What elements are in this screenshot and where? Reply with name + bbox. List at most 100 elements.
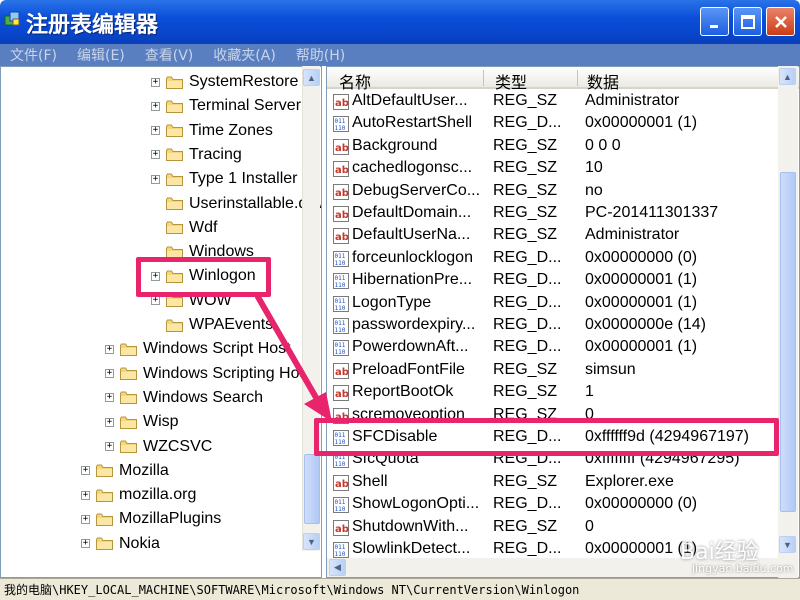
tree-item[interactable]: + Windows Script Host bbox=[105, 337, 291, 361]
value-row[interactable]: 011 110 HibernationPre... REG_D... 0x0000000… bbox=[327, 270, 779, 292]
svg-text:ab: ab bbox=[335, 232, 349, 243]
tree-item[interactable]: + Tracing bbox=[151, 143, 242, 167]
value-data: 0x00000001 (1) bbox=[585, 338, 698, 356]
svg-text:011: 011 bbox=[335, 342, 346, 349]
value-type: REG_D... bbox=[493, 114, 562, 132]
string-value-icon: ab bbox=[333, 385, 349, 402]
expand-icon[interactable]: + bbox=[81, 466, 90, 476]
tree-item[interactable]: + mozilla.org bbox=[81, 483, 196, 507]
scroll-left-icon[interactable]: ◀ bbox=[329, 559, 346, 576]
value-row[interactable]: ab DebugServerCo... REG_SZ no bbox=[327, 181, 779, 203]
tree-item-label: Mozilla bbox=[119, 461, 169, 479]
value-row[interactable]: ab cachedlogonsc... REG_SZ 10 bbox=[327, 158, 779, 180]
value-row[interactable]: 011 110 forceunlocklogon REG_D... 0x00000000… bbox=[327, 248, 779, 270]
tree-item-label: SystemRestore bbox=[189, 73, 299, 90]
tree-item[interactable]: + Wisp bbox=[105, 410, 179, 434]
expand-icon[interactable]: + bbox=[81, 514, 90, 524]
svg-text:110: 110 bbox=[335, 125, 346, 132]
tree-item[interactable]: + Mozilla bbox=[81, 459, 169, 483]
string-value-icon: ab bbox=[333, 206, 349, 222]
expand-icon[interactable]: + bbox=[105, 393, 114, 403]
value-data: 1 bbox=[585, 383, 594, 401]
tree-item-label: Time Zones bbox=[189, 121, 273, 139]
value-name: DefaultDomain... bbox=[352, 204, 472, 221]
tree-item[interactable]: Wdf bbox=[151, 216, 217, 240]
value-type: REG_SZ bbox=[493, 226, 558, 244]
column-type[interactable]: 类型 bbox=[495, 69, 527, 93]
expand-icon[interactable]: + bbox=[105, 417, 114, 427]
menu-edit[interactable]: 编辑(E) bbox=[77, 45, 125, 65]
folder-icon bbox=[120, 391, 137, 405]
tree-item-label: WZCSVC bbox=[143, 437, 213, 455]
value-name: AutoRestartShell bbox=[352, 114, 473, 132]
expand-icon[interactable]: + bbox=[105, 442, 114, 451]
value-row[interactable]: ab DefaultUserNa... REG_SZ Administrator bbox=[327, 225, 779, 247]
expand-icon[interactable]: + bbox=[151, 77, 160, 87]
value-row[interactable]: 011 110 AutoRestartShell REG_D... 0x00000001… bbox=[327, 113, 779, 135]
svg-text:011: 011 bbox=[335, 275, 346, 282]
tree-item[interactable]: + Windows Scripting Host bbox=[105, 362, 312, 386]
tree-item[interactable]: + Terminal Server bbox=[151, 94, 301, 118]
scroll-up-icon[interactable]: ▲ bbox=[303, 69, 320, 86]
value-row[interactable]: 011 110 PowerdownAft... REG_D... 0x00000001 … bbox=[327, 337, 779, 359]
value-row[interactable]: ab ReportBootOk REG_SZ 1 bbox=[327, 382, 779, 404]
expand-icon[interactable]: + bbox=[151, 150, 160, 160]
menu-view[interactable]: 查看(V) bbox=[145, 45, 194, 65]
scroll-down-icon[interactable]: ▼ bbox=[779, 536, 796, 553]
svg-text:110: 110 bbox=[335, 506, 346, 513]
string-value-icon: ab bbox=[333, 138, 349, 155]
tree-item[interactable]: + Time Zones bbox=[151, 119, 273, 143]
expand-icon[interactable]: + bbox=[151, 174, 160, 184]
list-scrollbar[interactable]: ▲ ▼ bbox=[778, 66, 798, 578]
maximize-button[interactable] bbox=[733, 7, 762, 36]
menu-help[interactable]: 帮助(H) bbox=[296, 45, 345, 65]
list-header: 名称 类型 数据 bbox=[327, 67, 799, 92]
tree-item[interactable]: Userinstallable.drivers bbox=[151, 192, 321, 216]
expand-icon[interactable]: + bbox=[81, 539, 90, 549]
close-button[interactable] bbox=[766, 7, 795, 36]
column-data[interactable]: 数据 bbox=[587, 69, 619, 93]
expand-icon[interactable]: + bbox=[81, 490, 90, 500]
expand-icon[interactable]: + bbox=[151, 296, 160, 306]
value-row[interactable]: ab Background REG_SZ 0 0 0 bbox=[327, 136, 779, 158]
value-row[interactable]: 011 110 LogonType REG_D... 0x00000001 (1) bbox=[327, 293, 779, 315]
tree-item[interactable]: + Windows Search bbox=[105, 386, 263, 410]
expand-icon[interactable]: + bbox=[105, 344, 114, 354]
value-row[interactable]: ab PreloadFontFile REG_SZ simsun bbox=[327, 360, 779, 382]
folder-icon bbox=[166, 173, 183, 186]
minimize-button[interactable] bbox=[700, 7, 729, 36]
value-type: REG_SZ bbox=[493, 360, 558, 378]
tree-item-label: Nokia bbox=[119, 534, 160, 552]
tree-item[interactable]: WPAEvents bbox=[151, 313, 273, 337]
tree-item[interactable]: + WZCSVC bbox=[105, 435, 212, 459]
tree-item[interactable]: + MozillaPlugins bbox=[81, 507, 221, 531]
column-name[interactable]: 名称 bbox=[339, 69, 371, 93]
expand-icon[interactable]: + bbox=[151, 126, 160, 136]
scroll-thumb[interactable] bbox=[304, 454, 320, 524]
scroll-up-icon[interactable]: ▲ bbox=[779, 68, 796, 85]
value-row[interactable]: ab AltDefaultUser... REG_SZ Administrator bbox=[327, 91, 779, 113]
menu-file[interactable]: 文件(F) bbox=[10, 45, 57, 65]
value-data: no bbox=[585, 181, 603, 199]
tree-item[interactable]: + SystemRestore bbox=[151, 70, 298, 94]
svg-text:ab: ab bbox=[335, 210, 349, 221]
value-type: REG_D... bbox=[493, 540, 562, 557]
tree-item[interactable]: + Type 1 Installer bbox=[151, 167, 298, 191]
expand-icon[interactable]: + bbox=[151, 101, 160, 111]
string-value-icon: ab bbox=[333, 161, 349, 178]
svg-text:011: 011 bbox=[335, 499, 346, 506]
scroll-down-icon[interactable]: ▼ bbox=[303, 533, 320, 550]
string-value-icon: ab bbox=[333, 94, 349, 110]
menu-favorites[interactable]: 收藏夹(A) bbox=[213, 45, 276, 65]
expand-icon[interactable]: + bbox=[105, 369, 114, 379]
registry-tree[interactable]: + SystemRestore + Terminal Server + Time Zone… bbox=[0, 66, 322, 578]
value-row[interactable]: ab DefaultDomain... REG_SZ PC-201411301337 bbox=[327, 203, 779, 225]
value-row[interactable]: 011 110 passwordexpiry... REG_D... 0x0000000… bbox=[327, 315, 779, 337]
values-list[interactable]: 名称 类型 数据 ab AltDefaultUser... REG_SZ Admini… bbox=[326, 66, 800, 578]
value-name: SlowlinkDetect... bbox=[352, 540, 471, 557]
scroll-thumb[interactable] bbox=[780, 172, 796, 512]
tree-scrollbar[interactable]: ▲ ▼ bbox=[302, 66, 320, 551]
value-row[interactable]: ab Shell REG_SZ Explorer.exe bbox=[327, 472, 779, 494]
tree-item[interactable]: + Nokia bbox=[81, 532, 160, 556]
value-row[interactable]: 011 110 ShowLogonOpti... REG_D... 0x00000000… bbox=[327, 494, 779, 516]
